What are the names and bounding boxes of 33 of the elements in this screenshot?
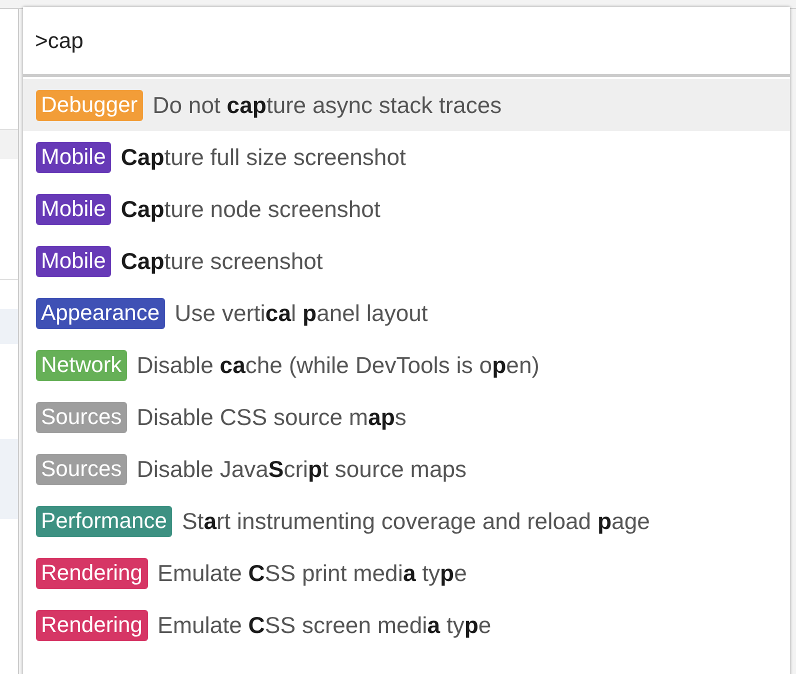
- command-label: Disable cache (while DevTools is open): [136, 352, 540, 378]
- command-label: Capture full size screenshot: [120, 144, 406, 170]
- category-tag: Performance: [36, 506, 172, 536]
- command-item[interactable]: Rendering Emulate CSS print media type: [23, 547, 790, 599]
- command-label: Use vertical panel layout: [174, 300, 428, 326]
- command-label: Do not capture async stack traces: [152, 92, 502, 118]
- command-label: Capture screenshot: [120, 248, 323, 274]
- command-item[interactable]: Sources Disable JavaScript source maps: [23, 443, 790, 495]
- category-tag: Network: [36, 350, 127, 380]
- category-tag: Sources: [36, 402, 127, 432]
- category-tag: Mobile: [36, 246, 111, 276]
- category-tag: Rendering: [36, 610, 148, 640]
- command-item[interactable]: Performance Start instrumenting coverage and reload page: [23, 495, 790, 547]
- command-item[interactable]: Appearance Use vertical panel layout: [23, 287, 790, 339]
- command-item[interactable]: Sources Disable CSS source maps: [23, 391, 790, 443]
- category-tag: Sources: [36, 454, 127, 484]
- command-item[interactable]: Rendering Emulate CSS screen media type: [23, 599, 790, 651]
- command-label: Emulate CSS print media type: [158, 560, 467, 586]
- command-item[interactable]: Mobile Capture screenshot: [23, 235, 790, 287]
- category-tag: Mobile: [36, 142, 111, 172]
- command-label: Emulate CSS screen media type: [158, 612, 492, 638]
- category-tag: Appearance: [36, 298, 165, 328]
- command-label: Capture node screenshot: [120, 196, 380, 222]
- command-label: Disable JavaScript source maps: [136, 456, 467, 482]
- category-tag: Mobile: [36, 194, 111, 224]
- category-tag: Debugger: [36, 90, 143, 120]
- command-item[interactable]: Mobile Capture full size screenshot: [23, 131, 790, 183]
- command-item[interactable]: Debugger Do not capture async stack traces: [23, 79, 790, 131]
- command-label: Start instrumenting coverage and reload page: [182, 508, 650, 534]
- category-tag: Rendering: [36, 558, 148, 588]
- command-label: Disable CSS source maps: [136, 404, 406, 430]
- command-item[interactable]: Network Disable cache (while DevTools is open): [23, 339, 790, 391]
- command-item[interactable]: Mobile Capture node screenshot: [23, 183, 790, 235]
